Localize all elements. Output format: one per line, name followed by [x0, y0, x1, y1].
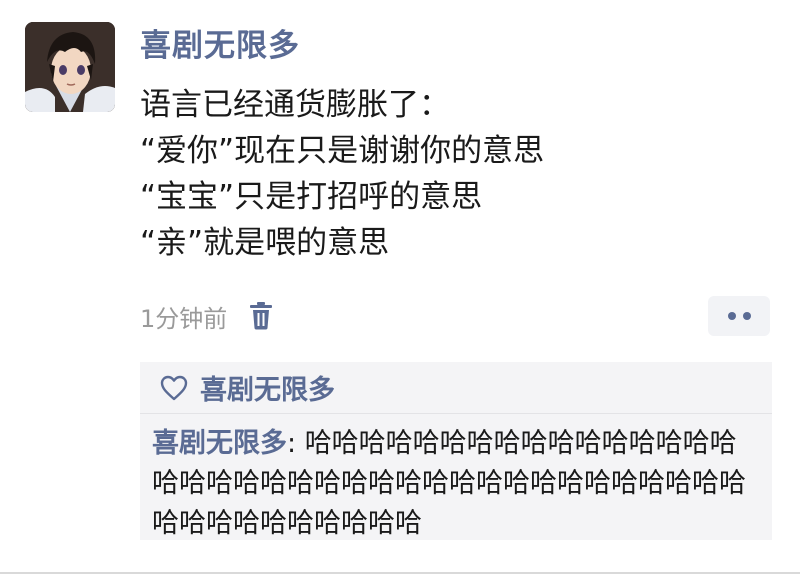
heart-outline-icon: [160, 374, 190, 402]
avatar-image: [25, 22, 115, 112]
avatar[interactable]: [25, 22, 115, 112]
comment-separator: :: [287, 428, 305, 459]
liker-name[interactable]: 喜剧无限多: [200, 368, 335, 407]
interaction-panel: 喜剧无限多 喜剧无限多: 哈哈哈哈哈哈哈哈哈哈哈哈哈哈哈哈哈哈哈哈哈哈哈哈哈哈哈…: [140, 362, 772, 540]
post-author-name[interactable]: 喜剧无限多: [140, 26, 300, 66]
post-line: 语言已经通货膨胀了：: [140, 87, 450, 123]
post-body: 语言已经通货膨胀了： “爱你”现在只是谢谢你的意思 “宝宝”只是打招呼的意思 “…: [140, 82, 780, 266]
post-line: “亲”就是喂的意思: [140, 225, 390, 261]
divider: [0, 572, 800, 574]
more-dots-icon[interactable]: [708, 296, 770, 336]
comment-item[interactable]: 喜剧无限多: 哈哈哈哈哈哈哈哈哈哈哈哈哈哈哈哈哈哈哈哈哈哈哈哈哈哈哈哈哈哈哈哈哈…: [140, 414, 772, 544]
moment-post: 喜剧无限多 语言已经通货膨胀了： “爱你”现在只是谢谢你的意思 “宝宝”只是打招…: [0, 0, 800, 578]
post-timestamp: 1分钟前: [140, 304, 228, 333]
post-meta-row: 1分钟前: [140, 296, 275, 336]
dot: [727, 312, 736, 320]
dot: [742, 312, 751, 320]
trash-icon[interactable]: [249, 301, 275, 331]
like-row: 喜剧无限多: [140, 362, 772, 414]
post-line: “爱你”现在只是谢谢你的意思: [140, 133, 545, 169]
post-line: “宝宝”只是打招呼的意思: [140, 179, 483, 215]
comment-author[interactable]: 喜剧无限多: [152, 428, 287, 459]
